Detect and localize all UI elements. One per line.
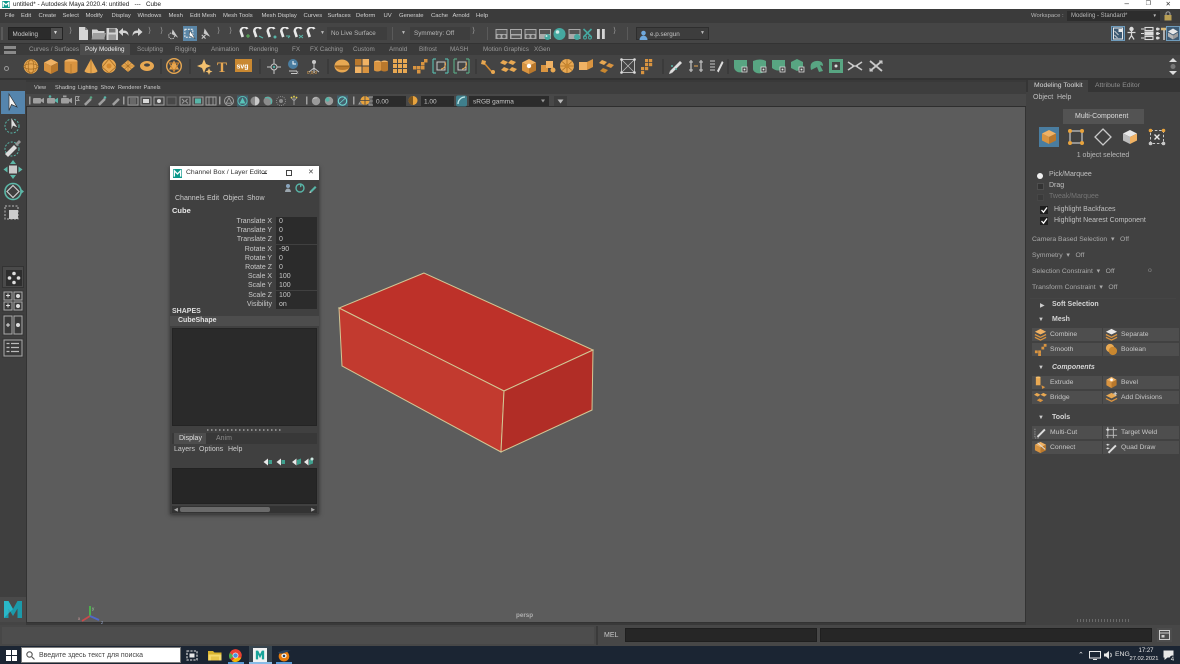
svg-text:x: x	[78, 616, 81, 621]
svg-text:x: x	[296, 70, 299, 76]
svg-text:svg: svg	[237, 64, 249, 71]
svg-text:0,0,0: 0,0,0	[307, 70, 318, 75]
svg-text:sRGB gamma: sRGB gamma	[473, 98, 514, 105]
svg-text:1.00: 1.00	[424, 98, 437, 105]
svg-text:T: T	[217, 60, 227, 76]
svg-text:y: y	[92, 606, 95, 611]
svg-text:0.00: 0.00	[376, 98, 389, 105]
